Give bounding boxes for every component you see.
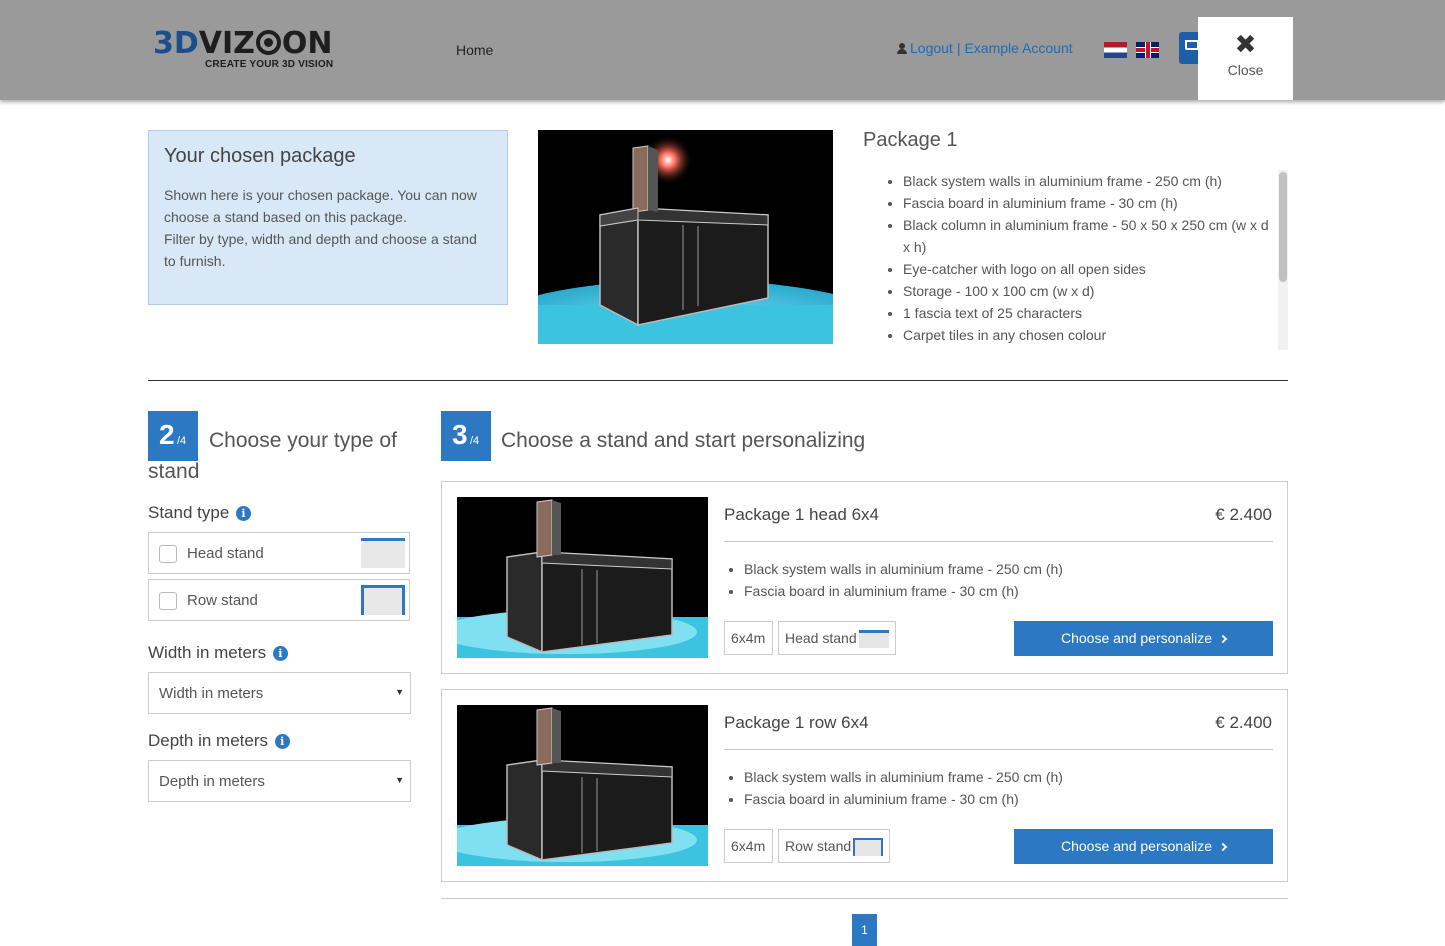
stand-price: € 2.400 (1215, 505, 1272, 524)
stand-size-badge: 6x4m (724, 621, 773, 655)
chevron-down-icon: ▼ (395, 775, 404, 785)
head-stand-label: Head stand (187, 545, 264, 562)
step-2-title: Choose your type of stand (148, 429, 397, 483)
account-links: Logout | Example Account (897, 40, 1073, 56)
stand-name: Package 1 head 6x4 (724, 505, 880, 524)
close-icon: ✖ (1234, 29, 1257, 59)
stand-image (457, 705, 708, 866)
stand-type-label: Stand type i (148, 503, 252, 523)
stand-result-card: Package 1 row 6x4 € 2.400 Black system w… (441, 689, 1288, 882)
scrollbar-thumb[interactable] (1279, 172, 1287, 282)
depth-select-value: Depth in meters (159, 773, 265, 790)
chevron-down-icon: ▼ (395, 687, 404, 697)
chosen-package-text-1: Shown here is your chosen package. You c… (164, 187, 477, 225)
chosen-package-panel: Your chosen package Shown here is your c… (148, 130, 508, 305)
chevron-right-icon (1218, 842, 1228, 852)
logo[interactable]: 3DVIZ ON CREATE YOUR 3D VISION (153, 26, 333, 71)
step-3-badge: 3/4 (441, 411, 491, 461)
package-features-scroll[interactable]: Black system walls in aluminium frame - … (863, 170, 1288, 350)
list-item: Fascia board in aluminium frame - 30 cm … (903, 192, 1275, 214)
card-divider (724, 749, 1273, 750)
list-item: Storage - 100 x 100 cm (w x d) (903, 280, 1275, 302)
stand-type-badge: Row stand (778, 829, 891, 863)
logo-tagline: CREATE YOUR 3D VISION (205, 59, 334, 70)
top-header: 3DVIZ ON CREATE YOUR 3D VISION Home Logou… (0, 0, 1445, 100)
head-stand-checkbox[interactable] (159, 545, 177, 563)
head-stand-icon (858, 630, 889, 648)
logout-link[interactable]: Logout (910, 40, 953, 56)
step-3-title: Choose a stand and start personalizing (501, 429, 866, 452)
stand-result-card: Package 1 head 6x4 € 2.400 Black system … (441, 481, 1288, 674)
choose-personalize-button[interactable]: Choose and personalize (1014, 621, 1273, 656)
account-link[interactable]: Example Account (964, 40, 1072, 56)
row-stand-icon (361, 585, 405, 615)
stand-type-badge: Head stand (778, 621, 896, 655)
nav-home-link[interactable]: Home (456, 42, 493, 58)
row-stand-label: Row stand (187, 592, 258, 609)
head-stand-icon (361, 538, 405, 568)
logo-eye-icon (255, 30, 281, 55)
close-button[interactable]: ✖ Close (1198, 17, 1293, 100)
stand-size-badge: 6x4m (724, 829, 773, 863)
chosen-package-text-2: Filter by type, width and depth and choo… (164, 231, 477, 269)
list-item: 1 fascia text of 25 characters (903, 302, 1275, 324)
stand-features-list: Black system walls in aluminium frame - … (724, 766, 1063, 810)
list-item: Fascia board in aluminium frame - 30 cm … (744, 788, 1063, 810)
width-select[interactable]: Width in meters ▼ (148, 672, 411, 714)
dutch-flag-icon[interactable] (1104, 42, 1127, 58)
package-features-list: Black system walls in aluminium frame - … (863, 170, 1275, 346)
logo-wordmark: 3DVIZ ON (153, 26, 333, 61)
info-icon[interactable]: i (236, 506, 252, 521)
package-title: Package 1 (863, 129, 958, 151)
width-select-value: Width in meters (159, 685, 264, 702)
results-bottom-divider (441, 898, 1288, 899)
list-item: Fascia board in aluminium frame - 30 cm … (744, 580, 1063, 602)
package-stand-image (538, 130, 833, 344)
head-stand-option[interactable]: Head stand (148, 532, 410, 574)
depth-label: Depth in meters i (148, 731, 290, 751)
list-item: Eye-catcher with logo on all open sides (903, 258, 1275, 280)
choose-personalize-button[interactable]: Choose and personalize (1014, 829, 1273, 864)
chevron-right-icon (1218, 634, 1228, 644)
stand-image (457, 497, 708, 658)
chosen-package-title: Your chosen package (164, 145, 356, 167)
cart-icon (1185, 40, 1199, 50)
uk-flag-icon[interactable] (1136, 42, 1159, 58)
stand-price: € 2.400 (1215, 713, 1272, 732)
info-icon[interactable]: i (272, 646, 288, 661)
list-item: Black system walls in aluminium frame - … (903, 170, 1275, 192)
list-item: Carpet tiles in any chosen colour (903, 324, 1275, 346)
stand-features-list: Black system walls in aluminium frame - … (724, 558, 1063, 602)
package-features-scrollbar[interactable] (1278, 170, 1288, 350)
card-divider (724, 541, 1273, 542)
user-icon (897, 43, 907, 54)
list-item: Black system walls in aluminium frame - … (744, 766, 1063, 788)
link-separator: | (956, 40, 961, 56)
stand-name: Package 1 row 6x4 (724, 713, 869, 732)
row-stand-checkbox[interactable] (159, 592, 177, 610)
info-icon[interactable]: i (274, 734, 290, 749)
list-item: Black column in aluminium frame - 50 x 5… (903, 214, 1275, 258)
depth-select[interactable]: Depth in meters ▼ (148, 760, 411, 802)
section-divider (148, 380, 1288, 381)
close-label: Close (1227, 62, 1264, 78)
row-stand-icon (853, 838, 884, 856)
list-item: Black system walls in aluminium frame - … (744, 558, 1063, 580)
pagination-page-1[interactable]: 1 (852, 914, 877, 946)
width-label: Width in meters i (148, 643, 288, 663)
row-stand-option[interactable]: Row stand (148, 579, 410, 621)
